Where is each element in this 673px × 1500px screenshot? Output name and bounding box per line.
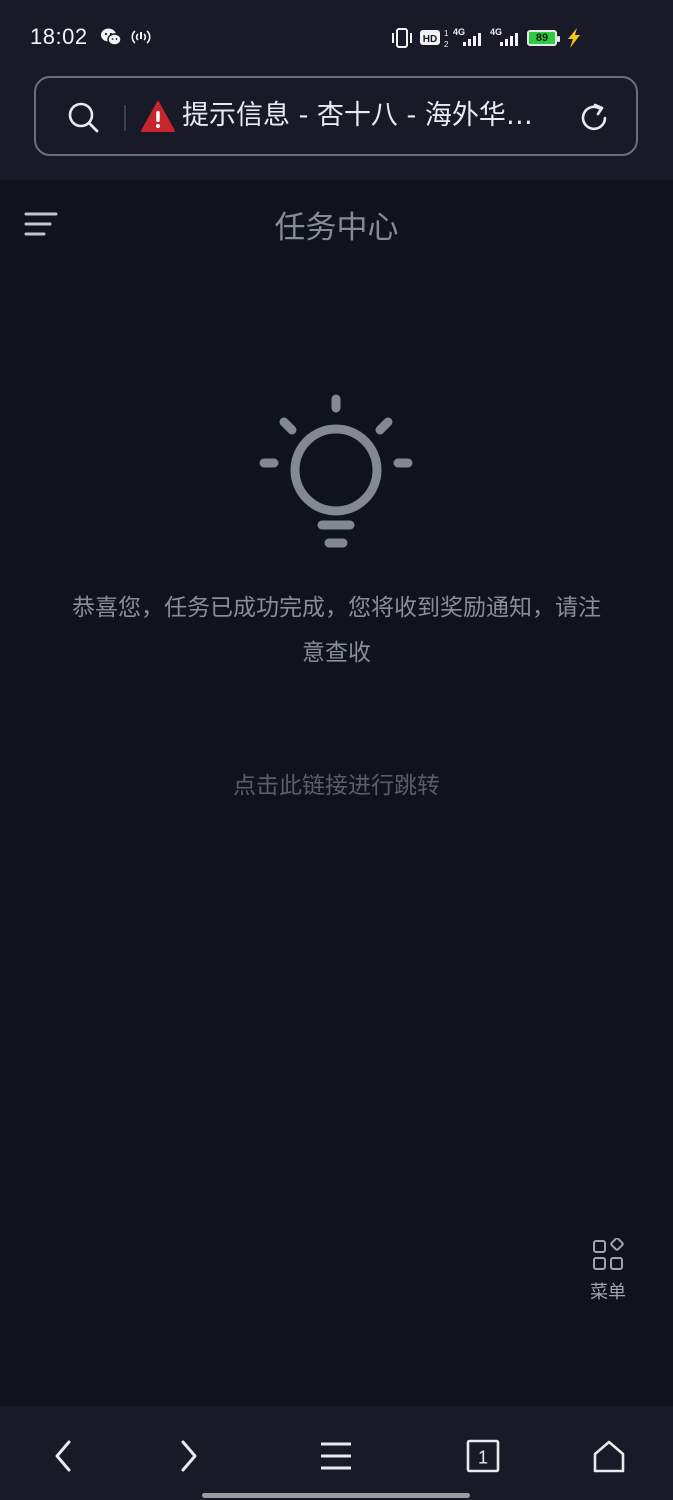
lightbulb-icon xyxy=(259,394,413,548)
back-button[interactable] xyxy=(42,1434,86,1478)
svg-text:4G: 4G xyxy=(490,27,502,37)
address-bar[interactable]: 提示信息 - 杏十八 - 海外华… xyxy=(34,76,638,156)
redirect-link[interactable]: 点击此链接进行跳转 xyxy=(0,766,673,800)
page-title: 任务中心 xyxy=(274,210,399,246)
chevron-left-icon xyxy=(55,1440,71,1472)
success-message: 恭喜您，任务已成功完成，您将收到奖励通知，请注意查收 xyxy=(72,595,601,666)
warning-icon xyxy=(141,101,175,132)
floating-menu-button[interactable]: 菜单 xyxy=(580,1237,636,1304)
battery-icon: 89 xyxy=(527,30,560,46)
tab-count: 1 xyxy=(478,1448,488,1468)
home-button[interactable] xyxy=(587,1434,631,1478)
chevron-right-icon xyxy=(181,1440,197,1472)
address-divider xyxy=(124,105,126,131)
svg-text:4G: 4G xyxy=(453,27,465,37)
home-icon xyxy=(593,1440,625,1473)
address-page-title[interactable]: 提示信息 - 杏十八 - 海外华… xyxy=(182,98,562,134)
forward-button[interactable] xyxy=(166,1434,210,1478)
tabs-button[interactable]: 1 xyxy=(461,1434,505,1478)
bottom-nav: 1 xyxy=(0,1406,673,1500)
svg-text:HD: HD xyxy=(423,34,437,45)
signal-4g-icon: 4G xyxy=(490,27,518,46)
menu-button[interactable] xyxy=(314,1434,358,1478)
status-time: 18:02 xyxy=(30,24,88,49)
tabs-icon: 1 xyxy=(466,1439,500,1473)
page-header: 任务中心 xyxy=(0,180,673,264)
vibrate-icon xyxy=(392,28,412,48)
signal-4g-icon: 4G xyxy=(453,27,481,46)
wechat-icon xyxy=(101,28,122,46)
search-icon[interactable] xyxy=(66,100,102,136)
svg-text:1: 1 xyxy=(444,29,449,38)
charging-icon xyxy=(568,28,580,48)
menu-icon xyxy=(321,1442,351,1470)
home-indicator xyxy=(202,1493,470,1498)
hotspot-icon xyxy=(131,30,151,44)
status-bar: 18:02 HD 1 2 4G 4G 89 xyxy=(0,0,673,76)
floating-menu-label: 菜单 xyxy=(590,1282,626,1303)
apps-icon xyxy=(593,1237,624,1270)
hd-icon: HD 1 2 xyxy=(420,29,449,49)
reload-icon[interactable] xyxy=(576,100,612,136)
svg-text:2: 2 xyxy=(444,40,449,49)
address-area: 提示信息 - 杏十八 - 海外华… xyxy=(0,76,673,180)
